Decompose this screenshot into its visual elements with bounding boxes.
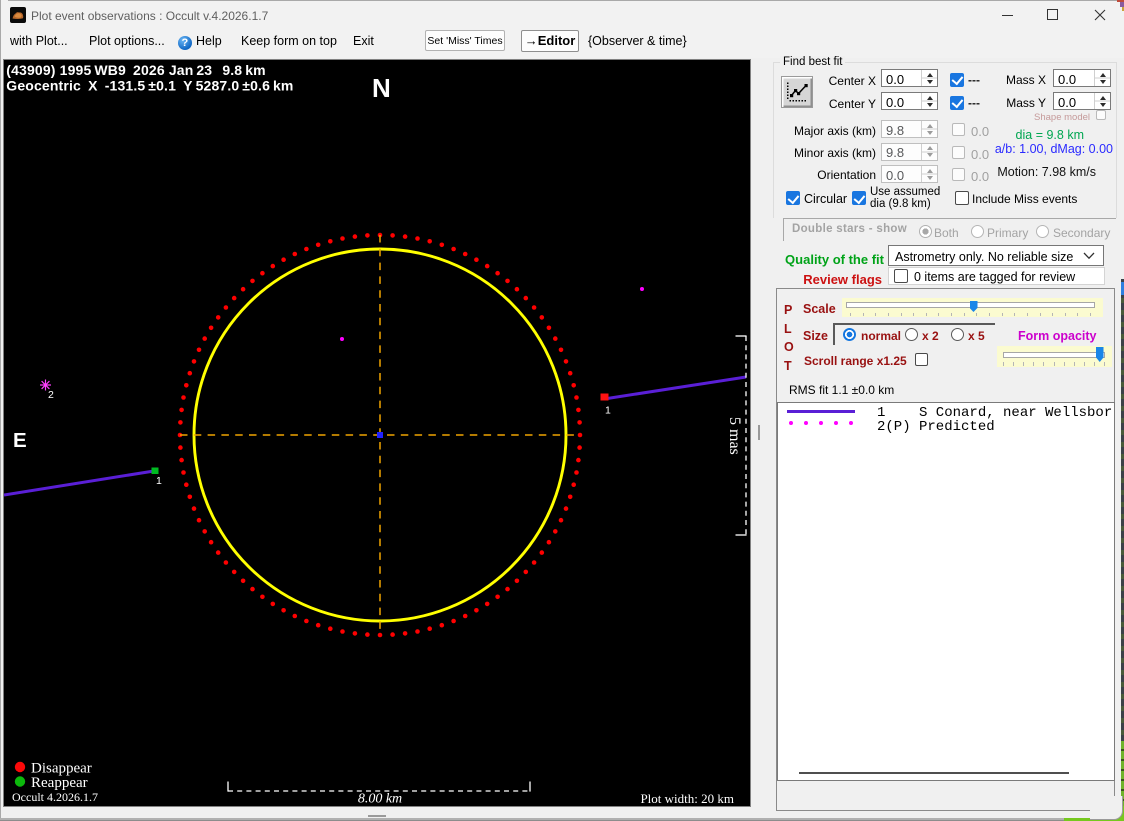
svg-text:8.00 km: 8.00 km [358,792,402,807]
svg-text:1: 1 [605,405,611,417]
svg-text:5 mas: 5 mas [726,417,743,455]
svg-text:N: N [372,73,391,103]
svg-text:1: 1 [156,475,162,487]
svg-text:Reappear: Reappear [31,775,88,791]
svg-text:Occult 4.2026.1.7: Occult 4.2026.1.7 [12,790,98,804]
svg-text:(43909) 1995 WB9 2026 Jan 23: (43909) 1995 WB9 2026 Jan 23 9.8 km [6,62,265,78]
svg-text:E: E [13,429,27,452]
svg-text:2: 2 [48,389,54,401]
svg-text:Geocentric X -131.5 ±0.1 Y 528: Geocentric X -131.5 ±0.1 Y 5287.0 ±0.6 k… [6,78,293,94]
svg-text:Plot width: 20 km: Plot width: 20 km [640,791,734,806]
